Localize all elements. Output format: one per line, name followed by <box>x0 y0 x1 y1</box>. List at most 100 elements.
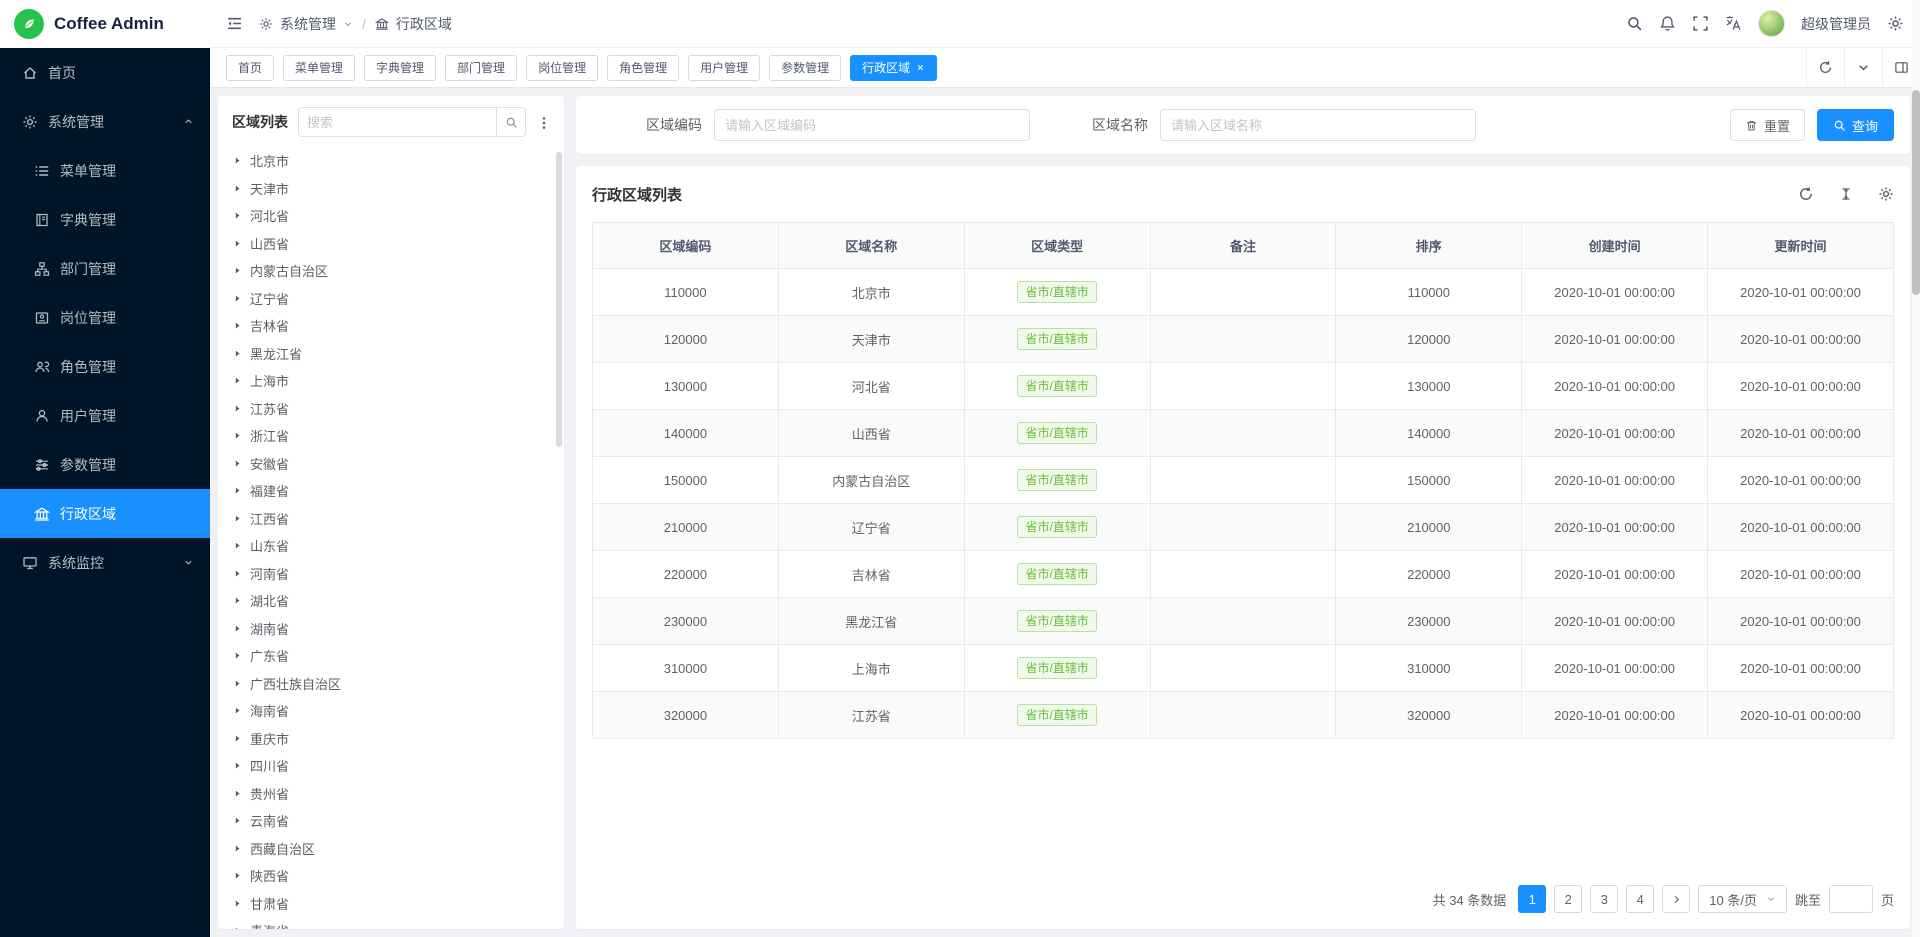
tree-search-button[interactable] <box>496 107 526 137</box>
caret-right-icon[interactable] <box>233 211 242 220</box>
caret-right-icon[interactable] <box>233 844 242 853</box>
tree-item[interactable]: 北京市 <box>218 147 564 175</box>
sidebar-subitem[interactable]: 用户管理 <box>0 391 210 440</box>
caret-right-icon[interactable] <box>233 789 242 798</box>
tree-scrollbar[interactable] <box>556 152 562 447</box>
tree-item[interactable]: 西藏自治区 <box>218 835 564 863</box>
sidebar-subitem[interactable]: 行政区域 <box>0 489 210 538</box>
next-page-button[interactable] <box>1662 885 1690 913</box>
tree-item[interactable]: 河南省 <box>218 560 564 588</box>
user-name[interactable]: 超级管理员 <box>1801 14 1871 34</box>
caret-right-icon[interactable] <box>233 266 242 275</box>
refresh-icon[interactable] <box>1798 186 1814 202</box>
caret-right-icon[interactable] <box>233 899 242 908</box>
tree-item[interactable]: 河北省 <box>218 202 564 230</box>
tab[interactable]: 岗位管理 <box>526 55 598 81</box>
tab[interactable]: 参数管理 <box>769 55 841 81</box>
caret-right-icon[interactable] <box>233 926 242 929</box>
sidebar-item-home[interactable]: 首页 <box>0 48 210 97</box>
close-icon[interactable] <box>916 63 925 72</box>
tree-item[interactable]: 安徽省 <box>218 450 564 478</box>
caret-right-icon[interactable] <box>233 376 242 385</box>
caret-right-icon[interactable] <box>233 184 242 193</box>
tree-item[interactable]: 天津市 <box>218 175 564 203</box>
gear-icon[interactable] <box>1878 186 1894 202</box>
caret-right-icon[interactable] <box>233 294 242 303</box>
caret-right-icon[interactable] <box>233 459 242 468</box>
settings-gear-icon[interactable] <box>1887 15 1904 32</box>
refresh-icon[interactable] <box>1806 48 1844 87</box>
caret-right-icon[interactable] <box>233 651 242 660</box>
sidebar-subitem[interactable]: 部门管理 <box>0 244 210 293</box>
region-code-input[interactable] <box>714 109 1030 141</box>
jump-page-input[interactable] <box>1829 885 1873 913</box>
tree-item[interactable]: 福建省 <box>218 477 564 505</box>
more-options-icon[interactable] <box>536 113 552 130</box>
tree-item[interactable]: 贵州省 <box>218 780 564 808</box>
page-button[interactable]: 4 <box>1626 885 1654 913</box>
sidebar-subitem[interactable]: 岗位管理 <box>0 293 210 342</box>
caret-right-icon[interactable] <box>233 706 242 715</box>
sidebar-subitem[interactable]: 参数管理 <box>0 440 210 489</box>
tab[interactable]: 首页 <box>226 55 274 81</box>
tab[interactable]: 字典管理 <box>364 55 436 81</box>
tree-item[interactable]: 四川省 <box>218 752 564 780</box>
caret-right-icon[interactable] <box>233 761 242 770</box>
tree-item[interactable]: 广西壮族自治区 <box>218 670 564 698</box>
caret-right-icon[interactable] <box>233 486 242 495</box>
tree-item[interactable]: 山东省 <box>218 532 564 560</box>
tree-item[interactable]: 辽宁省 <box>218 285 564 313</box>
tree-item[interactable]: 山西省 <box>218 230 564 258</box>
fullscreen-icon[interactable] <box>1692 15 1709 32</box>
sidebar-item-monitor[interactable]: 系统监控 <box>0 538 210 587</box>
tree-item[interactable]: 重庆市 <box>218 725 564 753</box>
caret-right-icon[interactable] <box>233 679 242 688</box>
tree-item[interactable]: 吉林省 <box>218 312 564 340</box>
tree-item[interactable]: 江西省 <box>218 505 564 533</box>
tree-item[interactable]: 湖北省 <box>218 587 564 615</box>
page-button[interactable]: 3 <box>1590 885 1618 913</box>
caret-right-icon[interactable] <box>233 871 242 880</box>
tree-item[interactable]: 黑龙江省 <box>218 340 564 368</box>
avatar[interactable] <box>1758 10 1785 37</box>
caret-right-icon[interactable] <box>233 431 242 440</box>
tab[interactable]: 行政区域 <box>850 55 937 81</box>
row-height-icon[interactable] <box>1838 186 1854 202</box>
search-icon[interactable] <box>1626 15 1643 32</box>
caret-right-icon[interactable] <box>233 156 242 165</box>
tree-item[interactable]: 内蒙古自治区 <box>218 257 564 285</box>
scrollbar-thumb[interactable] <box>1912 90 1920 295</box>
caret-right-icon[interactable] <box>233 404 242 413</box>
page-size-select[interactable]: 10 条/页 <box>1698 885 1787 913</box>
caret-right-icon[interactable] <box>233 541 242 550</box>
sidebar-item-system[interactable]: 系统管理 <box>0 97 210 146</box>
caret-right-icon[interactable] <box>233 816 242 825</box>
region-name-input[interactable] <box>1160 109 1476 141</box>
reset-button[interactable]: 重置 <box>1730 109 1805 141</box>
brand-logo[interactable]: Coffee Admin <box>0 0 210 48</box>
tree-item[interactable]: 湖南省 <box>218 615 564 643</box>
tree-item[interactable]: 海南省 <box>218 697 564 725</box>
bell-icon[interactable] <box>1659 15 1676 32</box>
caret-right-icon[interactable] <box>233 349 242 358</box>
page-button[interactable]: 1 <box>1518 885 1546 913</box>
caret-right-icon[interactable] <box>233 734 242 743</box>
caret-right-icon[interactable] <box>233 239 242 248</box>
sidebar-subitem[interactable]: 字典管理 <box>0 195 210 244</box>
tab[interactable]: 角色管理 <box>607 55 679 81</box>
tree-item[interactable]: 广东省 <box>218 642 564 670</box>
page-button[interactable]: 2 <box>1554 885 1582 913</box>
tree-item[interactable]: 陕西省 <box>218 862 564 890</box>
tree-item[interactable]: 江苏省 <box>218 395 564 423</box>
caret-right-icon[interactable] <box>233 569 242 578</box>
tree-item[interactable]: 云南省 <box>218 807 564 835</box>
chevron-down-icon[interactable] <box>1844 48 1882 87</box>
caret-right-icon[interactable] <box>233 624 242 633</box>
tree-item[interactable]: 甘肃省 <box>218 890 564 918</box>
tree-item[interactable]: 上海市 <box>218 367 564 395</box>
caret-right-icon[interactable] <box>233 596 242 605</box>
page-scrollbar[interactable] <box>1912 0 1920 937</box>
menu-fold-icon[interactable] <box>226 15 243 32</box>
caret-right-icon[interactable] <box>233 514 242 523</box>
sidebar-subitem[interactable]: 菜单管理 <box>0 146 210 195</box>
